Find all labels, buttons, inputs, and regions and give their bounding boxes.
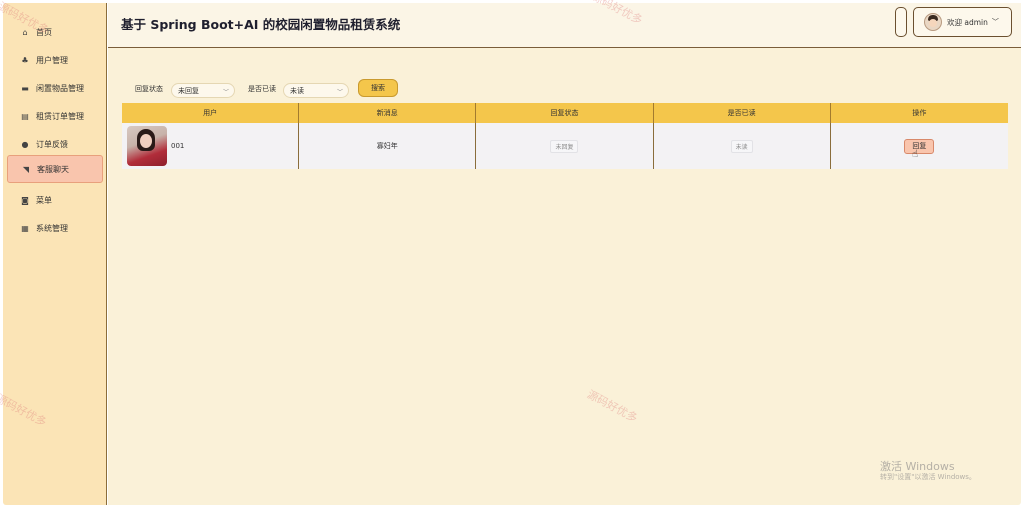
users-icon: ♣ (21, 55, 29, 65)
search-button[interactable]: 搜索 (358, 79, 398, 97)
chevron-down-icon: ﹀ (991, 18, 999, 26)
user-menu[interactable]: 欢迎 admin ﹀ (913, 7, 1012, 37)
table-header: 用户 新消息 回复状态 是否已读 操作 (122, 103, 1008, 123)
action-cell: 回复 (831, 123, 1008, 169)
menu-icon: ◙ (21, 195, 29, 205)
chat-table: 用户 新消息 回复状态 是否已读 操作 001 寡妇年 未回复 未读 回复 (122, 103, 1008, 169)
status-badge: 未回复 (550, 139, 579, 153)
pointer-cursor-icon: ☝ (912, 149, 919, 160)
sidebar-item-users[interactable]: ♣ 用户管理 (7, 46, 103, 74)
sidebar-item-label: 用户管理 (36, 55, 68, 65)
header: 基于 Spring Boot+AI 的校园闲置物品租赁系统 欢迎 admin ﹀ (108, 3, 1021, 48)
sidebar: ⌂ 首页 ♣ 用户管理 ▬ 闲置物品管理 ▤ 租赁订单管理 ● 订单反馈 ◥ 客… (3, 3, 107, 505)
reply-status-select[interactable]: 未回复 ﹀ (171, 83, 235, 98)
order-icon: ▤ (21, 111, 29, 121)
user-photo (127, 126, 167, 166)
user-cell: 001 (122, 123, 300, 169)
column-header-action: 操作 (912, 109, 927, 117)
message-cell: 寡妇年 (299, 123, 477, 169)
sidebar-item-label: 闲置物品管理 (36, 83, 84, 93)
feedback-icon: ● (21, 139, 29, 149)
sidebar-item-label: 菜单 (36, 195, 52, 205)
column-header-read: 是否已读 (654, 103, 831, 123)
page-title: 基于 Spring Boot+AI 的校园闲置物品租赁系统 (121, 17, 401, 32)
reply-status-cell: 未回复 (476, 123, 654, 169)
chevron-down-icon: ﹀ (336, 89, 343, 96)
read-badge: 未读 (730, 139, 753, 153)
user-name: 001 (171, 142, 185, 150)
main-content: 基于 Spring Boot+AI 的校园闲置物品租赁系统 欢迎 admin ﹀… (108, 3, 1021, 505)
column-header-message: 新消息 (299, 103, 477, 123)
column-header-user: 用户 (122, 103, 300, 123)
sidebar-item-order-feedback[interactable]: ● 订单反馈 (7, 130, 103, 158)
read-label: 是否已读 (248, 85, 276, 93)
chevron-down-icon: ﹀ (222, 89, 229, 96)
avatar (924, 13, 942, 31)
reply-status-value: 未回复 (178, 86, 199, 95)
sidebar-item-label: 租赁订单管理 (36, 111, 84, 121)
table-row: 001 寡妇年 未回复 未读 回复 (122, 123, 1008, 169)
sidebar-item-label: 客服聊天 (37, 164, 69, 174)
reply-button[interactable]: 回复 (904, 138, 935, 154)
windows-activation-subtitle: 转到"设置"以激活 Windows。 (880, 473, 976, 481)
sidebar-item-customer-chat[interactable]: ◥ 客服聊天 (7, 155, 103, 183)
sidebar-item-idle-items[interactable]: ▬ 闲置物品管理 (7, 74, 103, 102)
reply-status-label: 回复状态 (135, 85, 163, 93)
sidebar-item-system[interactable]: ▦ 系统管理 (7, 214, 103, 242)
sidebar-item-menu[interactable]: ◙ 菜单 (7, 186, 103, 214)
sidebar-item-label: 系统管理 (36, 223, 68, 233)
read-select[interactable]: 未读 ﹀ (283, 83, 349, 98)
sidebar-item-rental-orders[interactable]: ▤ 租赁订单管理 (7, 102, 103, 130)
chat-icon: ◥ (22, 164, 30, 174)
box-icon: ▬ (21, 83, 29, 93)
column-header-reply-status: 回复状态 (476, 103, 654, 123)
sidebar-item-label: 订单反馈 (36, 139, 68, 149)
user-greeting: 欢迎 admin (947, 17, 988, 27)
grid-icon: ▦ (21, 223, 29, 233)
read-cell: 未读 (654, 123, 831, 169)
read-value: 未读 (290, 86, 304, 95)
header-toggle-button[interactable] (895, 7, 907, 37)
